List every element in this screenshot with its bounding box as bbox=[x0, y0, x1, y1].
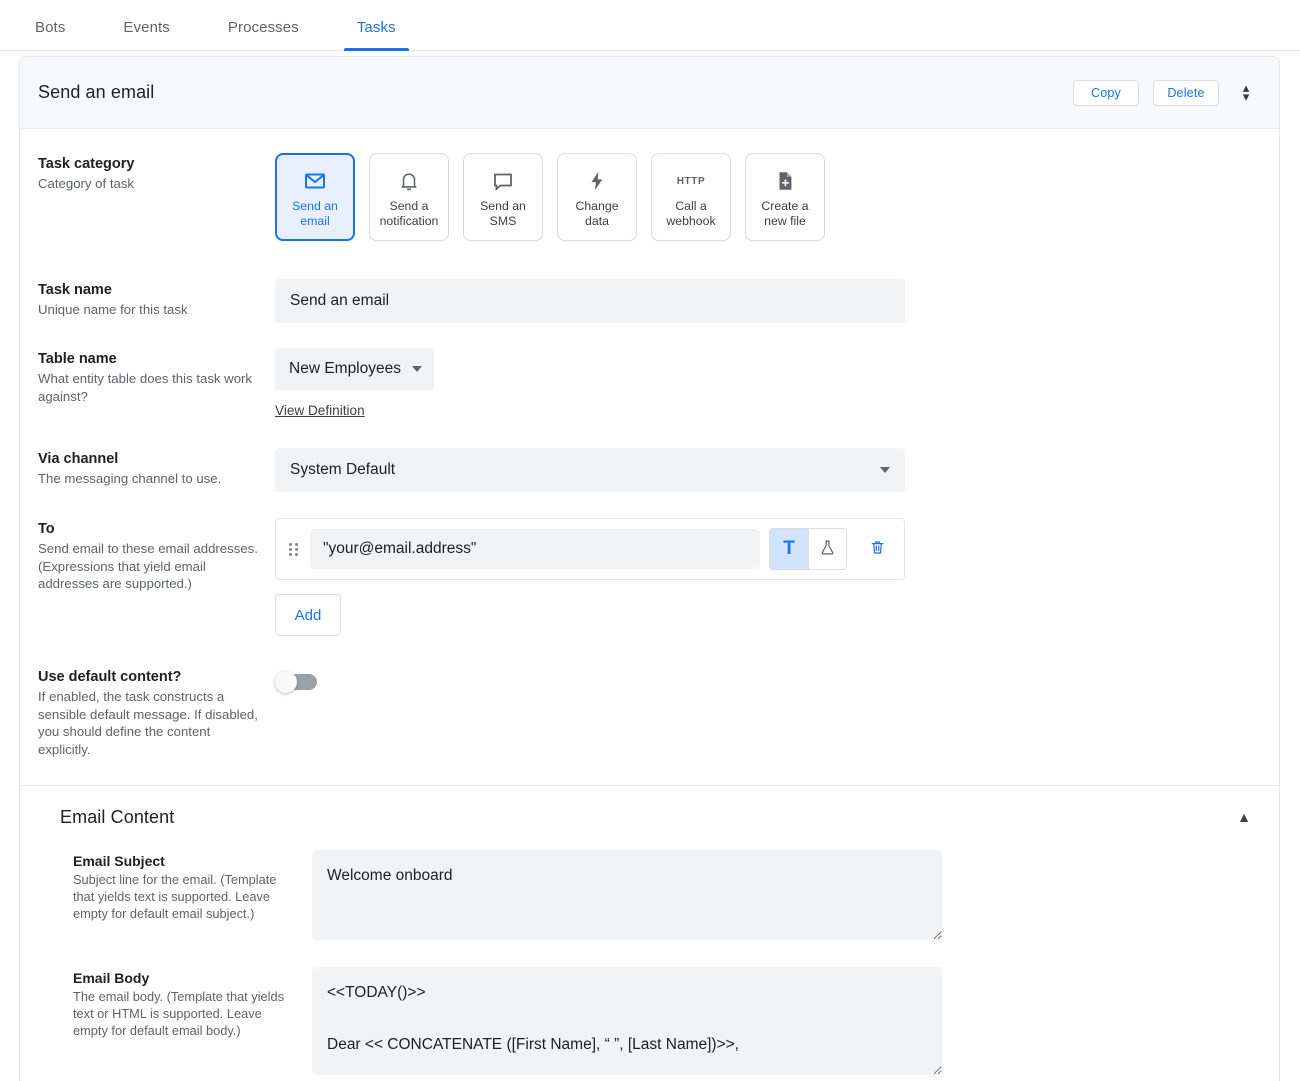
task-category-label: Task category bbox=[38, 156, 135, 172]
expand-collapse-icon[interactable]: ▴ ▾ bbox=[1237, 81, 1255, 104]
use-default-content-label-group: Use default content? If enabled, the tas… bbox=[38, 666, 275, 758]
category-option-label: Send an email bbox=[292, 199, 338, 228]
add-recipient-button[interactable]: Add bbox=[275, 594, 341, 636]
category-option-label: Send an SMS bbox=[480, 199, 526, 228]
use-default-content-description: If enabled, the task constructs a sensib… bbox=[38, 689, 258, 757]
table-name-label: Table name bbox=[38, 351, 117, 367]
field-row-via-channel: Via channel The messaging channel to use… bbox=[20, 448, 1279, 492]
to-label-group: To Send email to these email addresses. … bbox=[38, 518, 275, 636]
field-row-use-default-content: Use default content? If enabled, the tas… bbox=[20, 666, 1279, 758]
task-editor-card: Send an email Copy Delete ▴ ▾ Task categ… bbox=[19, 56, 1280, 1081]
category-option-send-an-email[interactable]: Send an email bbox=[275, 153, 355, 241]
to-label: To bbox=[38, 521, 55, 537]
task-name-label: Task name bbox=[38, 282, 112, 298]
email-content-title: Email Content bbox=[60, 806, 175, 827]
field-row-table-name: Table name What entity table does this t… bbox=[20, 348, 1279, 420]
tab-events[interactable]: Events bbox=[110, 19, 182, 50]
use-default-content-field bbox=[275, 666, 1279, 758]
chat-bubble-icon bbox=[491, 168, 515, 194]
chevron-down-icon bbox=[412, 366, 422, 372]
to-description: Send email to these email addresses. (Ex… bbox=[38, 541, 258, 591]
field-row-task-category: Task category Category of task Send an e… bbox=[20, 129, 1279, 241]
to-mode-expression-button[interactable] bbox=[808, 529, 846, 569]
table-name-description: What entity table does this task work ag… bbox=[38, 371, 253, 404]
field-row-task-name: Task name Unique name for this task bbox=[20, 279, 1279, 323]
category-option-send-a-notification[interactable]: Send a notification bbox=[369, 153, 449, 241]
email-content-section-header: Email Content ▲ bbox=[20, 786, 1279, 846]
delete-button[interactable]: Delete bbox=[1153, 79, 1219, 106]
field-row-to: To Send email to these email addresses. … bbox=[20, 518, 1279, 636]
to-delete-row-button[interactable] bbox=[860, 529, 894, 569]
email-subject-label-group: Email Subject Subject line for the email… bbox=[73, 850, 312, 945]
category-option-label: Change data bbox=[575, 199, 619, 228]
category-option-call-a-webhook[interactable]: HTTP Call a webhook bbox=[651, 153, 731, 241]
via-channel-field: System Default bbox=[275, 448, 1279, 492]
category-option-change-data[interactable]: Change data bbox=[557, 153, 637, 241]
use-default-content-toggle[interactable] bbox=[275, 671, 317, 693]
via-channel-label: Via channel bbox=[38, 451, 119, 467]
task-editor-header: Send an email Copy Delete ▴ ▾ bbox=[20, 57, 1279, 129]
table-name-label-group: Table name What entity table does this t… bbox=[38, 348, 275, 420]
to-field: T bbox=[275, 518, 1279, 636]
page-title: Send an email bbox=[38, 82, 155, 102]
flask-icon bbox=[819, 538, 836, 560]
email-body-field: <<TODAY()>> Dear << CONCATENATE ([First … bbox=[312, 967, 1279, 1080]
task-category-description: Category of task bbox=[38, 176, 135, 191]
tab-tasks[interactable]: Tasks bbox=[343, 19, 409, 51]
via-channel-select[interactable]: System Default bbox=[275, 448, 905, 492]
chevron-down-icon bbox=[880, 467, 890, 473]
envelope-icon bbox=[303, 168, 327, 194]
to-mode-text-button[interactable]: T bbox=[770, 529, 808, 569]
chevron-down-icon: ▾ bbox=[1242, 88, 1250, 104]
category-option-label: Call a webhook bbox=[666, 199, 716, 228]
drag-handle-icon[interactable] bbox=[287, 542, 301, 556]
category-option-create-a-new-file[interactable]: Create a new file bbox=[745, 153, 825, 241]
trash-icon bbox=[869, 538, 886, 560]
email-body-textarea[interactable]: <<TODAY()>> Dear << CONCATENATE ([First … bbox=[312, 967, 942, 1075]
email-body-label: Email Body bbox=[73, 970, 150, 986]
category-option-label: Send a notification bbox=[379, 199, 439, 228]
category-option-send-an-sms[interactable]: Send an SMS bbox=[463, 153, 543, 241]
field-row-email-subject: Email Subject Subject line for the email… bbox=[20, 850, 1279, 945]
lightning-bolt-icon bbox=[586, 168, 608, 194]
field-row-email-body: Email Body The email body. (Template tha… bbox=[20, 967, 1279, 1080]
task-name-field bbox=[275, 279, 1279, 323]
category-option-label: Create a new file bbox=[761, 199, 809, 228]
file-add-icon bbox=[774, 168, 796, 194]
http-icon: HTTP bbox=[677, 168, 706, 194]
to-address-input[interactable] bbox=[310, 529, 760, 569]
task-name-input[interactable] bbox=[275, 279, 905, 323]
task-category-options: Send an email Send a notification Send a… bbox=[275, 153, 1279, 241]
to-mode-toggle-group: T bbox=[769, 528, 847, 570]
table-name-select[interactable]: New Employees bbox=[275, 348, 434, 390]
http-icon-text: HTTP bbox=[676, 175, 706, 187]
view-definition-link[interactable]: View Definition bbox=[275, 403, 365, 418]
tab-bots[interactable]: Bots bbox=[22, 19, 78, 50]
to-recipient-row: T bbox=[275, 518, 905, 580]
via-channel-label-group: Via channel The messaging channel to use… bbox=[38, 448, 275, 492]
bell-icon bbox=[398, 168, 420, 194]
task-name-description: Unique name for this task bbox=[38, 302, 188, 317]
email-body-label-group: Email Body The email body. (Template tha… bbox=[73, 967, 312, 1080]
email-body-description: The email body. (Template that yields te… bbox=[73, 989, 285, 1038]
task-name-label-group: Task name Unique name for this task bbox=[38, 279, 275, 323]
table-name-value: New Employees bbox=[289, 360, 401, 377]
email-subject-field: Welcome onboard bbox=[312, 850, 1279, 945]
use-default-content-label: Use default content? bbox=[38, 669, 182, 685]
email-subject-label: Email Subject bbox=[73, 853, 165, 869]
email-subject-textarea[interactable]: Welcome onboard bbox=[312, 850, 942, 940]
main-tab-bar: Bots Events Processes Tasks bbox=[0, 0, 1300, 51]
task-form: Task category Category of task Send an e… bbox=[20, 129, 1279, 1080]
task-category-label-group: Task category Category of task bbox=[38, 153, 275, 241]
copy-button[interactable]: Copy bbox=[1073, 79, 1139, 106]
table-name-field: New Employees View Definition bbox=[275, 348, 1279, 420]
chevron-up-icon[interactable]: ▲ bbox=[1231, 806, 1257, 828]
via-channel-value: System Default bbox=[290, 461, 396, 478]
email-subject-description: Subject line for the email. (Template th… bbox=[73, 872, 277, 921]
via-channel-description: The messaging channel to use. bbox=[38, 471, 222, 486]
tab-processes[interactable]: Processes bbox=[215, 19, 312, 50]
